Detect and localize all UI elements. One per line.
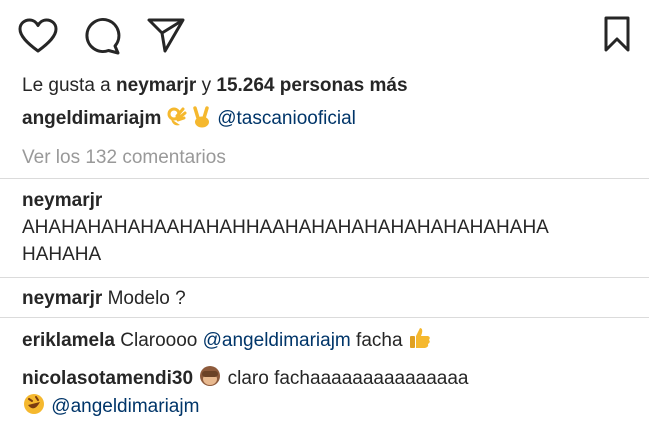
ok-hand-emoji	[167, 107, 187, 126]
caption: angeldimariajm @tascaniooficial	[22, 106, 356, 131]
bookmark-icon[interactable]	[603, 15, 631, 53]
see-no-evil-monkey-emoji	[200, 366, 221, 386]
comment-username[interactable]: eriklamela	[22, 330, 115, 351]
likes-connector: y	[201, 75, 212, 96]
comment-text: Modelo ?	[107, 288, 186, 309]
comment-text: claro fachaaaaaaaaaaaaaaa	[227, 368, 469, 389]
view-comments-link[interactable]: Ver los 132 comentarios	[22, 146, 226, 170]
likes-line: Le gusta a neymarjr y 15.264 personas má…	[22, 74, 408, 98]
heart-icon[interactable]	[18, 18, 58, 54]
comment-text-continued: HAHAHA	[22, 244, 102, 265]
victory-hand-emoji	[193, 106, 209, 128]
comment-item: neymarjr	[22, 189, 102, 213]
comment-item: eriklamela Claroooo @angeldimariajm fach…	[22, 326, 432, 353]
likes-user-link[interactable]: neymarjr	[116, 75, 196, 96]
comment-text-continued: @angeldimariajm	[22, 392, 199, 419]
divider	[0, 317, 649, 318]
share-icon[interactable]	[146, 16, 186, 54]
caption-username[interactable]: angeldimariajm	[22, 108, 161, 129]
comment-icon[interactable]	[82, 17, 122, 55]
divider	[0, 277, 649, 278]
comment-username[interactable]: neymarjr	[22, 190, 102, 211]
likes-count-link[interactable]: 15.264 personas más	[216, 75, 407, 96]
caption-mention[interactable]: @tascaniooficial	[217, 108, 356, 129]
comment-username[interactable]: nicolasotamendi30	[22, 368, 193, 389]
comment-mention[interactable]: @angeldimariajm	[203, 330, 351, 351]
comment-username[interactable]: neymarjr	[22, 288, 102, 309]
comment-item: nicolasotamendi30 claro fachaaaaaaaaaaaa…	[22, 364, 469, 391]
comment-text: AHAHAHAHAHAAHAHAHHAAHAHAHAHAHAHAHAHAHAHA	[22, 217, 549, 238]
comment-mention[interactable]: @angeldimariajm	[51, 396, 199, 417]
comment-item: neymarjr Modelo ?	[22, 287, 186, 311]
divider	[0, 178, 649, 179]
post-action-bar	[0, 0, 649, 70]
comment-text: Claroooo	[120, 330, 198, 351]
thumbs-up-emoji	[409, 328, 430, 348]
comment-text-after: facha	[356, 330, 403, 351]
likes-prefix: Le gusta a	[22, 75, 111, 96]
rofl-emoji	[24, 394, 44, 414]
